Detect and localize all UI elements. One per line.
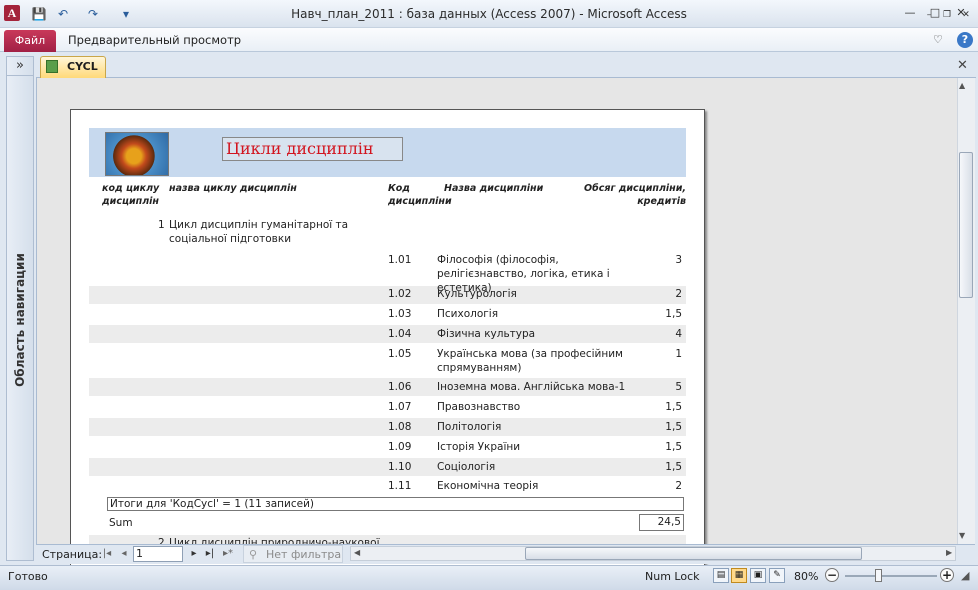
report-view-icon[interactable]: ▤ (713, 568, 729, 583)
row-name: Культурологія (437, 288, 517, 300)
col-header-cycle-code: код циклу дисциплін (102, 183, 160, 207)
col-header-disc-name: Назва дисципліни (444, 183, 544, 194)
next-page-icon[interactable]: ▸ (188, 548, 200, 559)
row-credits: 4 (675, 328, 682, 340)
inner-minimize-button[interactable]: – (920, 8, 938, 23)
report-icon (46, 60, 58, 73)
row-code: 1.11 (388, 480, 412, 492)
row-name: Психологія (437, 308, 499, 320)
zoom-slider-thumb[interactable] (875, 569, 882, 582)
no-filter-button[interactable]: Нет фильтра (243, 545, 343, 563)
num-lock-indicator: Num Lock (645, 570, 700, 583)
vertical-scroll-thumb[interactable] (959, 152, 973, 298)
inner-close-button[interactable]: ✕ (957, 8, 975, 23)
row-credits: 2 (675, 480, 682, 492)
collapse-ribbon-icon[interactable]: ♡ (933, 33, 943, 46)
nav-pane-label[interactable]: Область навигации (13, 253, 27, 387)
horizontal-scroll-thumb[interactable] (525, 547, 862, 560)
sum-label: Sum (109, 517, 133, 529)
status-text: Готово (8, 570, 48, 583)
row-name: Історія України (437, 441, 521, 453)
row-code: 1.05 (388, 348, 412, 360)
report-title: Цикли дисциплін (222, 137, 403, 161)
row-code: 1.02 (388, 288, 412, 300)
row-code: 1.03 (388, 308, 412, 320)
col-header-cycle-name: назва циклу дисциплін (169, 183, 297, 194)
first-page-icon[interactable]: |◂ (101, 548, 113, 559)
group2-name: Цикл дисциплін природничо-наукової (169, 537, 380, 544)
window-title: Навч_план_2011 : база данных (Access 200… (291, 7, 687, 21)
row-code: 1.07 (388, 401, 412, 413)
resize-grip-icon[interactable]: ◢ (961, 569, 969, 582)
group-totals: Итоги для 'КодCycl' = 1 (11 записей) (107, 497, 684, 511)
document-tab-bar (36, 56, 976, 78)
help-icon[interactable]: ? (957, 32, 973, 48)
row-code: 1.01 (388, 254, 412, 266)
group-name: Цикл дисциплін гуманітарної та соціально… (169, 219, 349, 245)
new-record-icon[interactable]: ▸* (222, 548, 234, 559)
nav-pane-expand-button[interactable]: » (6, 56, 34, 76)
col-header-credits: Обсяг дисципліни, кредитів (584, 183, 686, 207)
group-code: 1 (158, 219, 165, 231)
row-credits: 5 (675, 381, 682, 393)
row-credits: 1,5 (665, 401, 682, 413)
row-credits: 1,5 (665, 308, 682, 320)
inner-restore-button[interactable]: ❐ (938, 8, 956, 23)
row-name: Правознавство (437, 401, 521, 413)
last-page-icon[interactable]: ▸| (204, 548, 216, 559)
page-number-input[interactable]: 1 (133, 546, 183, 562)
row-credits: 1,5 (665, 441, 682, 453)
row-code: 1.06 (388, 381, 412, 393)
report-logo-image (105, 132, 169, 176)
zoom-in-button[interactable]: + (940, 568, 954, 582)
row-name: Соціологія (437, 461, 496, 473)
row-credits: 1 (675, 348, 682, 360)
scroll-up-icon[interactable]: ▲ (959, 81, 965, 90)
zoom-slider[interactable] (845, 575, 937, 577)
row-name: Політологія (437, 421, 502, 433)
row-name: Іноземна мова. Англійська мова-1 (437, 381, 626, 393)
row-name: Фізична культура (437, 328, 536, 340)
prev-page-icon[interactable]: ◂ (118, 548, 130, 559)
row-credits: 3 (675, 254, 682, 266)
row-code: 1.10 (388, 461, 412, 473)
row-code: 1.08 (388, 421, 412, 433)
layout-view-icon[interactable]: ▣ (750, 568, 766, 583)
col-header-disc-code: Код дисципліни (388, 183, 452, 207)
print-preview-icon[interactable]: ▦ (731, 568, 747, 583)
page-label: Страница: (42, 548, 103, 561)
sum-value: 24,5 (639, 514, 684, 531)
row-code: 1.09 (388, 441, 412, 453)
scroll-right-icon[interactable]: ▶ (946, 548, 952, 557)
zoom-level[interactable]: 80% (794, 570, 818, 583)
scroll-down-icon[interactable]: ▼ (959, 531, 965, 540)
row-credits: 1,5 (665, 461, 682, 473)
row-code: 1.04 (388, 328, 412, 340)
scroll-left-icon[interactable]: ◀ (354, 548, 360, 557)
zoom-out-button[interactable]: − (825, 568, 839, 582)
row-credits: 2 (675, 288, 682, 300)
file-tab[interactable]: Файл (4, 30, 56, 52)
design-view-icon[interactable]: ✎ (769, 568, 785, 583)
row-name: Економічна теорія (437, 480, 539, 492)
vertical-scrollbar[interactable] (957, 78, 975, 544)
group2-code: 2 (158, 537, 165, 544)
close-document-button[interactable]: ✕ (957, 58, 968, 73)
row-credits: 1,5 (665, 421, 682, 433)
tab-print-preview[interactable]: Предварительный просмотр (68, 33, 241, 47)
filter-icon: ⚲ (249, 548, 258, 561)
minimize-button[interactable]: — (901, 6, 919, 21)
